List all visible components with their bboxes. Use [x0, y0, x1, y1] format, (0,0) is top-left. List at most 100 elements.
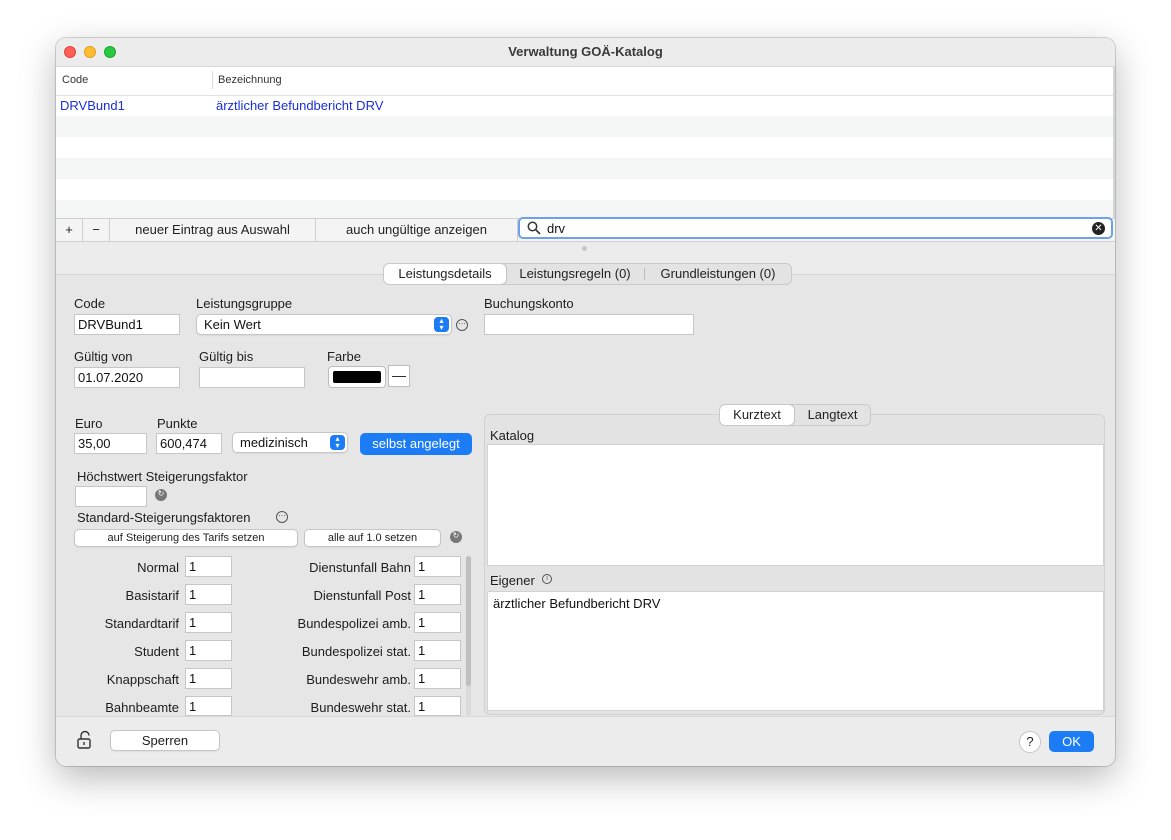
gueltig-bis-label: Gültig bis: [199, 349, 254, 364]
tab-grundleistungen[interactable]: Grundleistungen (0): [645, 264, 791, 284]
more-options-icon[interactable]: ⋯: [456, 319, 468, 331]
remove-entry-button[interactable]: −: [83, 219, 110, 241]
factor-label: Dienstunfall Bahn: [309, 560, 411, 575]
buchungskonto-label: Buchungskonto: [484, 296, 574, 311]
help-button[interactable]: ?: [1019, 731, 1041, 753]
katalog-label: Katalog: [490, 428, 535, 443]
table-scrollbar[interactable]: [1113, 67, 1115, 219]
eigener-textarea[interactable]: ärztlicher Befundbericht DRV: [487, 591, 1104, 711]
add-entry-button[interactable]: +: [56, 219, 83, 241]
reset-icon[interactable]: ↻: [155, 489, 167, 501]
tab-leistungsregeln[interactable]: Leistungsregeln (0): [507, 264, 643, 284]
table-header: Code Bezeichnung: [56, 67, 1115, 96]
gueltig-bis-field[interactable]: [199, 367, 305, 388]
table-row-empty: [56, 116, 1115, 137]
factor-field[interactable]: 1: [414, 696, 461, 716]
remove-color-button[interactable]: —: [388, 365, 410, 387]
factor-field[interactable]: 1: [414, 584, 461, 605]
factor-label: Bundeswehr amb.: [306, 672, 411, 687]
color-well[interactable]: [328, 366, 386, 388]
factor-field[interactable]: 1: [185, 668, 232, 689]
reset-icon[interactable]: ↻: [450, 531, 462, 543]
factor-field[interactable]: 1: [185, 556, 232, 577]
selbst-angelegt-button[interactable]: selbst angelegt: [360, 433, 472, 455]
unlocked-lock-icon[interactable]: [76, 730, 94, 750]
leistungsgruppe-value: Kein Wert: [204, 317, 261, 332]
abrechnungsart-value: medizinisch: [240, 435, 308, 450]
clear-search-icon[interactable]: ✕: [1092, 222, 1105, 235]
factor-field[interactable]: 1: [414, 668, 461, 689]
factor-label: Dienstunfall Post: [313, 588, 411, 603]
punkte-label: Punkte: [157, 416, 198, 431]
window-title: Verwaltung GOÄ-Katalog: [508, 44, 663, 59]
factor-label: Bundeswehr stat.: [310, 700, 411, 715]
search-icon: [527, 221, 541, 235]
gueltig-von-field[interactable]: 01.07.2020: [74, 367, 180, 388]
factor-field[interactable]: 1: [185, 584, 232, 605]
farbe-label: Farbe: [327, 349, 361, 364]
catalog-table: Code Bezeichnung DRVBund1 ärztlicher Bef…: [56, 66, 1115, 219]
table-row-empty: [56, 158, 1115, 179]
color-swatch: [333, 371, 381, 383]
tab-kurztext[interactable]: Kurztext: [720, 405, 794, 425]
abrechnungsart-popup[interactable]: medizinisch ▴ ▾: [232, 432, 348, 453]
euro-label: Euro: [75, 416, 103, 431]
title-bar: Verwaltung GOÄ-Katalog: [56, 38, 1115, 66]
set-all-1-button[interactable]: alle auf 1.0 setzen: [304, 529, 441, 547]
factor-label: Knappschaft: [106, 672, 179, 687]
euro-field[interactable]: 35,00: [74, 433, 147, 454]
factor-label: Basistarif: [125, 588, 179, 603]
code-label: Code: [74, 296, 106, 311]
cell-bezeichnung[interactable]: ärztlicher Befundbericht DRV: [216, 98, 383, 113]
text-tabs: Kurztext Langtext: [719, 404, 871, 426]
ok-button[interactable]: OK: [1049, 731, 1094, 752]
new-entry-from-selection-button[interactable]: neuer Eintrag aus Auswahl: [110, 219, 316, 241]
search-input[interactable]: drv: [547, 221, 565, 236]
factor-field[interactable]: 1: [414, 640, 461, 661]
factor-label: Student: [134, 644, 179, 659]
punkte-field[interactable]: 600,474: [156, 433, 222, 454]
eigener-label: Eigener: [490, 573, 535, 588]
sperren-button[interactable]: Sperren: [110, 730, 220, 751]
hoechstwert-field[interactable]: [75, 486, 147, 507]
factor-field[interactable]: 1: [185, 696, 232, 716]
column-header-bezeichnung[interactable]: Bezeichnung: [218, 74, 282, 86]
factor-label: Standardtarif: [104, 616, 179, 631]
code-field[interactable]: DRVBund1: [74, 314, 180, 335]
column-divider[interactable]: [212, 71, 213, 89]
tab-leistungsdetails[interactable]: Leistungsdetails: [384, 264, 506, 284]
buchungskonto-field[interactable]: [484, 314, 694, 335]
table-row[interactable]: DRVBund1 ärztlicher Befundbericht DRV: [56, 95, 1115, 116]
standard-faktoren-label: Standard-Steigerungsfaktoren: [77, 510, 251, 525]
tab-langtext[interactable]: Langtext: [795, 405, 870, 425]
column-header-code[interactable]: Code: [62, 74, 88, 86]
katalog-textarea[interactable]: [487, 444, 1104, 566]
factor-field[interactable]: 1: [185, 640, 232, 661]
factor-label: Normal: [137, 560, 179, 575]
bottom-bar: Sperren ? OK: [56, 716, 1115, 766]
factor-field[interactable]: 1: [414, 612, 461, 633]
gueltig-von-label: Gültig von: [74, 349, 133, 364]
show-invalid-button[interactable]: auch ungültige anzeigen: [316, 219, 518, 241]
cell-code[interactable]: DRVBund1: [60, 98, 125, 113]
info-icon[interactable]: i: [542, 574, 552, 584]
factor-field[interactable]: 1: [414, 556, 461, 577]
table-row-empty: [56, 179, 1115, 200]
chevron-updown-icon: ▴ ▾: [434, 317, 449, 332]
factor-label: Bundespolizei amb.: [297, 616, 411, 631]
scrollbar-thumb[interactable]: [466, 556, 471, 686]
set-tariff-factor-button[interactable]: auf Steigerung des Tarifs setzen: [74, 529, 298, 547]
factor-label: Bahnbeamte: [105, 700, 179, 715]
leistungsgruppe-label: Leistungsgruppe: [196, 296, 293, 311]
factor-label: Bundespolizei stat.: [301, 644, 411, 659]
search-field[interactable]: drv ✕: [518, 217, 1113, 239]
factor-field[interactable]: 1: [185, 612, 232, 633]
chevron-updown-icon: ▴ ▾: [330, 435, 345, 450]
factors-scrollbar[interactable]: [466, 556, 471, 716]
table-row-empty: [56, 137, 1115, 158]
split-view-handle[interactable]: [582, 246, 587, 251]
leistungsgruppe-popup[interactable]: Kein Wert ▴ ▾: [196, 314, 452, 335]
detail-tabs: Leistungsdetails Leistungsregeln (0) Gru…: [383, 263, 792, 285]
hoechstwert-label: Höchstwert Steigerungsfaktor: [77, 469, 248, 484]
more-options-icon[interactable]: ⋯: [276, 511, 288, 523]
